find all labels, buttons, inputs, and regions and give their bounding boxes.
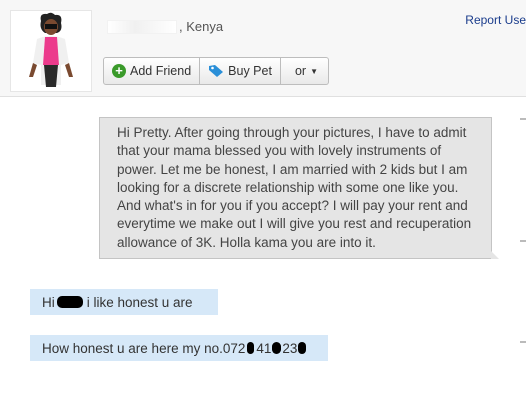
message-text: Hi Pretty. After going through your pict… [117, 125, 472, 250]
profile-name-location: , Kenya [107, 19, 223, 34]
price-tag-icon [209, 65, 224, 77]
message-text-part: How honest u are here my no.072 [42, 340, 246, 356]
redaction-mark [272, 342, 282, 354]
caret-down-icon: ▼ [310, 66, 318, 76]
profile-location: , Kenya [179, 19, 224, 34]
buy-pet-button[interactable]: Buy Pet [200, 57, 281, 85]
plus-circle-icon: + [112, 64, 126, 78]
message-text-part: Hi [42, 294, 55, 310]
scroll-marker [520, 341, 526, 343]
report-user-link[interactable]: Report Use [465, 13, 526, 27]
outgoing-message: Hi i like honest u are [30, 289, 218, 315]
scroll-marker [520, 240, 526, 242]
avatar-image [11, 11, 91, 91]
message-text-part: 41 [256, 340, 272, 356]
incoming-message: Hi Pretty. After going through your pict… [99, 117, 499, 260]
buy-pet-label: Buy Pet [228, 64, 272, 78]
redaction-mark [56, 296, 83, 308]
outgoing-message: How honest u are here my no.072 41 23 [30, 335, 328, 361]
redaction-mark [247, 342, 255, 354]
scrollbar[interactable] [514, 97, 526, 402]
more-actions-label: or [294, 64, 307, 78]
redacted-name [107, 19, 177, 34]
add-friend-label: Add Friend [130, 64, 192, 78]
add-friend-button[interactable]: + Add Friend [103, 57, 201, 85]
redaction-mark [298, 342, 307, 354]
avatar[interactable] [10, 10, 92, 92]
message-text-part: i like honest u are [86, 294, 193, 310]
profile-actions: + Add Friend Buy Pet or ▼ [103, 57, 329, 85]
profile-header: , Kenya Report Use + Add Friend Buy Pet … [0, 0, 526, 97]
scroll-marker [520, 118, 526, 120]
message-text-part: 23 [282, 340, 298, 356]
more-actions-dropdown[interactable]: or ▼ [280, 57, 329, 85]
